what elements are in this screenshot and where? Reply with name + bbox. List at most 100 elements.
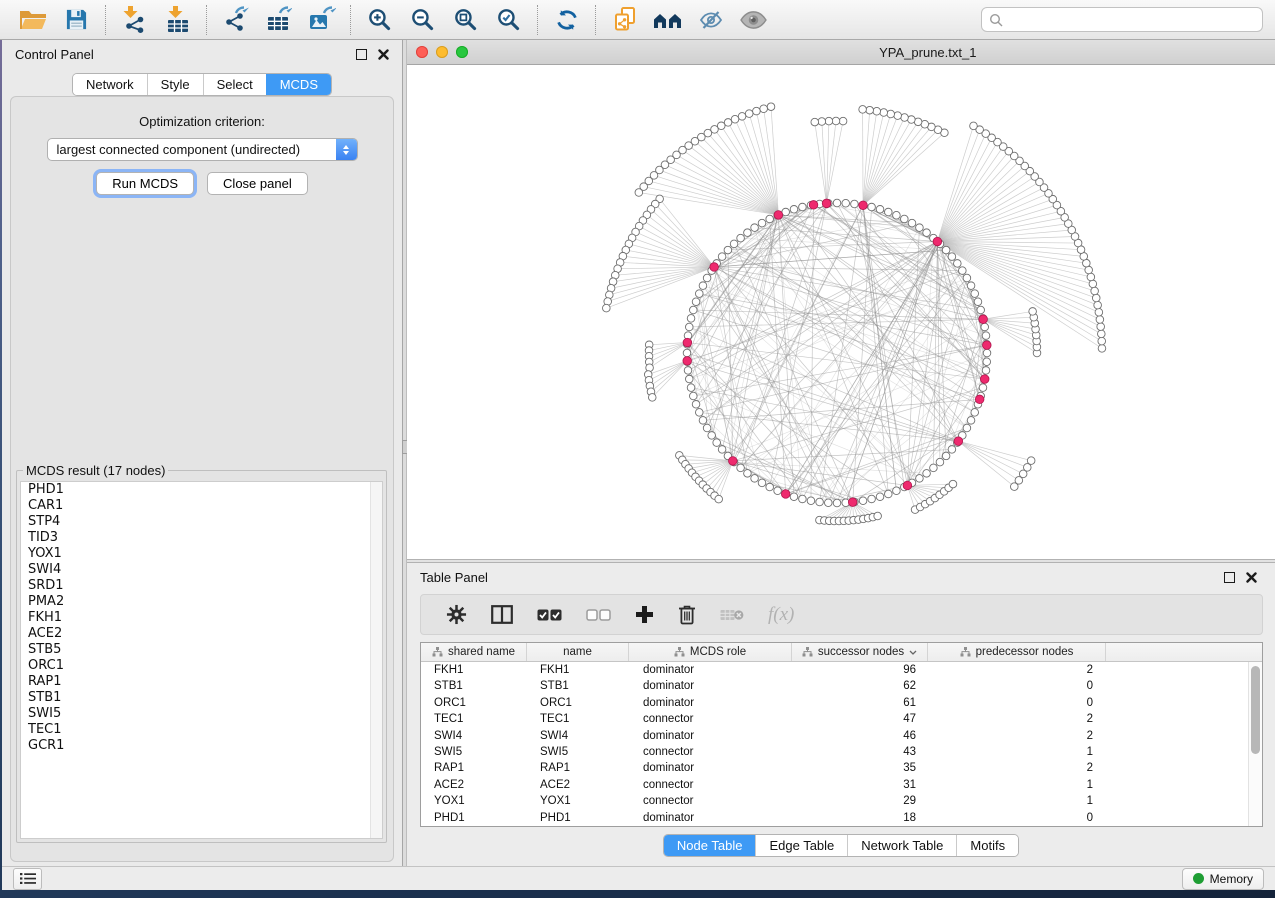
mcds-result-item[interactable]: GCR1 (21, 738, 382, 754)
minimize-window-icon[interactable] (436, 46, 448, 58)
table-cell: 0 (928, 810, 1106, 826)
table-row[interactable]: SWI4SWI4dominator462 (421, 728, 1262, 744)
table-row[interactable]: FKH1FKH1dominator962 (421, 662, 1262, 678)
network-canvas[interactable] (407, 65, 1275, 559)
zoom-window-icon[interactable] (456, 46, 468, 58)
first-neighbors-button[interactable] (646, 3, 689, 37)
memory-button[interactable]: Memory (1182, 868, 1264, 890)
table-cell: dominator (629, 728, 792, 744)
zoom-out-button[interactable] (401, 3, 444, 37)
refresh-view-button[interactable] (545, 3, 588, 37)
table-tab-bar: Node Table Edge Table Network Table Moti… (663, 834, 1019, 857)
mcds-result-item[interactable]: PHD1 (21, 482, 382, 498)
search-icon (989, 13, 1003, 27)
tab-style[interactable]: Style (147, 74, 203, 95)
zoom-fit-button[interactable] (444, 3, 487, 37)
import-table-button[interactable] (156, 3, 199, 37)
export-network-button[interactable] (214, 3, 257, 37)
delete-column-button[interactable] (666, 600, 708, 630)
zoom-in-button[interactable] (358, 3, 401, 37)
table-scrollbar[interactable] (1248, 662, 1262, 826)
table-cell: 46 (792, 728, 928, 744)
mcds-result-item[interactable]: RAP1 (21, 674, 382, 690)
mcds-result-item[interactable]: STP4 (21, 514, 382, 530)
tab-node-table[interactable]: Node Table (664, 835, 756, 856)
show-panels-menu-button[interactable] (13, 868, 42, 890)
tab-edge-table[interactable]: Edge Table (755, 835, 847, 856)
run-mcds-button[interactable]: Run MCDS (96, 172, 194, 195)
mcds-result-item[interactable]: SRD1 (21, 578, 382, 594)
delete-table-button[interactable] (708, 600, 756, 630)
table-panel-title: Table Panel (420, 570, 488, 585)
mcds-result-item[interactable]: YOX1 (21, 546, 382, 562)
export-table-button[interactable] (257, 3, 300, 37)
float-panel-icon[interactable] (356, 49, 367, 60)
zoom-selected-button[interactable] (487, 3, 530, 37)
show-all-button[interactable] (732, 3, 775, 37)
hide-selected-button[interactable] (689, 3, 732, 37)
select-all-button[interactable] (525, 600, 574, 630)
open-file-button[interactable] (12, 3, 55, 37)
save-session-button[interactable] (55, 3, 98, 37)
export-image-button[interactable] (300, 3, 343, 37)
column-header-shared-name[interactable]: shared name (421, 643, 527, 661)
table-cell: 31 (792, 777, 928, 793)
table-row[interactable]: TEC1TEC1connector472 (421, 711, 1262, 727)
table-row[interactable]: RAP1RAP1dominator352 (421, 760, 1262, 776)
table-cell-filler (1106, 678, 1262, 694)
mcds-result-list[interactable]: PHD1CAR1STP4TID3YOX1SWI4SRD1PMA2FKH1ACE2… (20, 481, 383, 839)
table-row[interactable]: STB1STB1dominator620 (421, 678, 1262, 694)
import-network-button[interactable] (113, 3, 156, 37)
delete-table-icon (720, 608, 744, 622)
table-row[interactable]: ACE2ACE2connector311 (421, 777, 1262, 793)
search-input[interactable] (1008, 12, 1255, 28)
mcds-result-item[interactable]: SWI4 (21, 562, 382, 578)
mcds-result-item[interactable]: STB5 (21, 642, 382, 658)
add-column-button[interactable] (623, 600, 666, 630)
table-scrollbar-thumb[interactable] (1251, 666, 1260, 754)
split-columns-button[interactable] (479, 600, 525, 630)
close-panel-icon[interactable] (1246, 572, 1257, 583)
tab-network[interactable]: Network (73, 74, 147, 95)
search-box (981, 7, 1263, 32)
function-builder-button[interactable]: f(x) (756, 600, 806, 630)
table-row[interactable]: YOX1YOX1connector291 (421, 793, 1262, 809)
mcds-result-item[interactable]: TID3 (21, 530, 382, 546)
close-panel-icon[interactable] (378, 49, 389, 60)
close-panel-button[interactable]: Close panel (207, 172, 308, 195)
optimization-criterion-dropdown[interactable]: largest connected component (undirected) (47, 138, 358, 161)
copy-network-button[interactable] (603, 3, 646, 37)
mcds-result-item[interactable]: PMA2 (21, 594, 382, 610)
mcds-list-scrollbar[interactable] (370, 482, 382, 838)
table-settings-button[interactable] (434, 600, 479, 630)
tab-mcds[interactable]: MCDS (266, 74, 331, 95)
mcds-result-item[interactable]: FKH1 (21, 610, 382, 626)
mcds-result-item[interactable]: ACE2 (21, 626, 382, 642)
table-cell: ORC1 (421, 695, 527, 711)
mcds-result-item[interactable]: ORC1 (21, 658, 382, 674)
column-header-successor-nodes[interactable]: successor nodes (792, 643, 928, 661)
table-row[interactable]: ORC1ORC1dominator610 (421, 695, 1262, 711)
close-window-icon[interactable] (416, 46, 428, 58)
open-folder-icon (20, 8, 47, 31)
tab-motifs[interactable]: Motifs (956, 835, 1018, 856)
table-row[interactable]: PHD1PHD1dominator180 (421, 810, 1262, 826)
float-panel-icon[interactable] (1224, 572, 1235, 583)
zoom-fit-icon (453, 7, 478, 32)
column-header-predecessor-nodes[interactable]: predecessor nodes (928, 643, 1106, 661)
mcds-result-item[interactable]: SWI5 (21, 706, 382, 722)
eye-icon (740, 9, 767, 31)
deselect-all-button[interactable] (574, 600, 623, 630)
column-header-name[interactable]: name (527, 643, 629, 661)
mcds-result-item[interactable]: STB1 (21, 690, 382, 706)
tab-select[interactable]: Select (203, 74, 266, 95)
network-graph[interactable] (407, 65, 1275, 559)
table-row[interactable]: SWI5SWI5connector431 (421, 744, 1262, 760)
mcds-result-item[interactable]: CAR1 (21, 498, 382, 514)
dropdown-selected-value: largest connected component (undirected) (48, 139, 336, 160)
mcds-result-item[interactable]: TEC1 (21, 722, 382, 738)
tab-network-table[interactable]: Network Table (847, 835, 956, 856)
table-cell: TEC1 (527, 711, 629, 727)
column-header-mcds-role[interactable]: MCDS role (629, 643, 792, 661)
export-table-icon (265, 6, 292, 33)
